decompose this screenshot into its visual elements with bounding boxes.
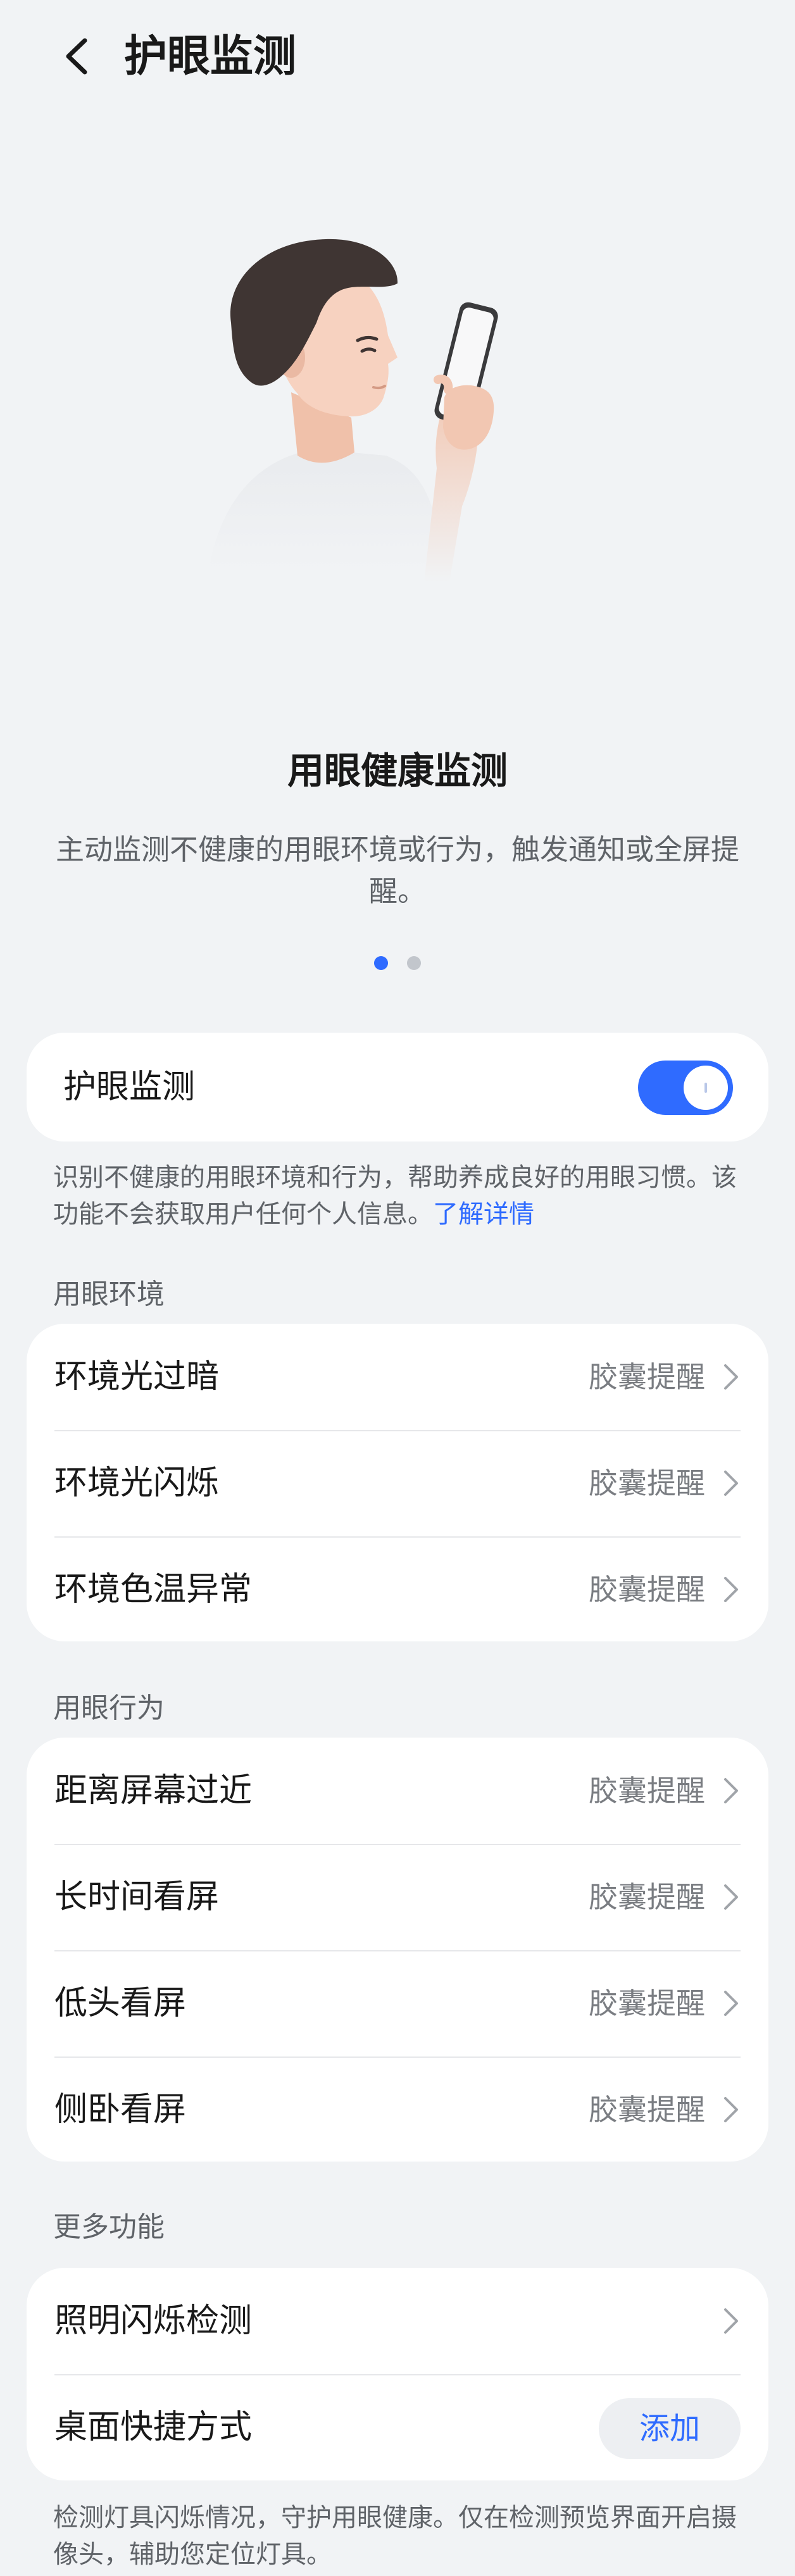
toggle-knob <box>684 1066 728 1110</box>
main-note-text: 识别不健康的用眼环境和行为，帮助养成良好的用眼习惯。该功能不会获取用户任何个人信… <box>53 1163 737 1229</box>
row-label: 环境光过暗 <box>54 1358 220 1396</box>
chevron-right-icon <box>724 1884 738 1910</box>
feature-description: 主动监测不健康的用眼环境或行为，触发通知或全屏提醒。 <box>55 833 739 908</box>
page-title: 护眼监测 <box>124 32 297 82</box>
row-value: 胶囊提醒 <box>589 1880 705 1914</box>
environment-card: 环境光过暗 胶囊提醒 环境光闪烁 胶囊提醒 环境色温异常 胶囊提醒 <box>27 1324 768 1641</box>
more-row-shortcut: 桌面快捷方式 添加 <box>27 2374 768 2480</box>
chevron-right-icon <box>724 1991 738 2016</box>
row-label: 长时间看屏 <box>54 1878 220 1916</box>
page-dot[interactable] <box>406 956 421 970</box>
row-label: 距离屏幕过近 <box>54 1772 253 1810</box>
row-label: 侧卧看屏 <box>54 2091 187 2129</box>
chevron-right-icon <box>724 1778 738 1803</box>
feature-title: 用眼健康监测 <box>287 749 508 792</box>
row-label: 低头看屏 <box>54 1984 187 2022</box>
learn-more-link[interactable]: 了解详情 <box>433 1200 534 1229</box>
main-note: 识别不健康的用眼环境和行为，帮助养成良好的用眼习惯。该功能不会获取用户任何个人信… <box>53 1159 749 1233</box>
env-row-light-flicker[interactable]: 环境光闪烁 胶囊提醒 <box>27 1430 768 1536</box>
page-dot-active[interactable] <box>374 956 389 970</box>
row-label: 桌面快捷方式 <box>54 2408 253 2446</box>
row-label: 环境色温异常 <box>54 1571 253 1608</box>
more-row-flicker-detect[interactable]: 照明闪烁检测 <box>27 2268 768 2374</box>
behavior-row-head-down[interactable]: 低头看屏 胶囊提醒 <box>27 1950 768 2056</box>
behavior-row-lying-side[interactable]: 侧卧看屏 胶囊提醒 <box>27 2056 768 2163</box>
env-row-color-temp[interactable]: 环境色温异常 胶囊提醒 <box>27 1536 768 1643</box>
row-value: 胶囊提醒 <box>589 2093 705 2127</box>
main-toggle-label: 护眼监测 <box>63 1068 196 1106</box>
behavior-card: 距离屏幕过近 胶囊提醒 长时间看屏 胶囊提醒 低头看屏 胶囊提醒 侧卧看屏 胶囊… <box>27 1738 768 2162</box>
row-label: 环境光闪烁 <box>54 1464 220 1502</box>
back-arrow-icon[interactable] <box>54 33 101 80</box>
chevron-right-icon <box>724 1364 738 1390</box>
row-value: 胶囊提醒 <box>589 1774 705 1808</box>
page-indicator <box>0 956 795 973</box>
row-label: 照明闪烁检测 <box>54 2302 253 2340</box>
section-title-more: 更多功能 <box>53 2211 165 2243</box>
main-toggle-card: 护眼监测 <box>27 1033 768 1142</box>
chevron-right-icon <box>724 1577 738 1602</box>
behavior-row-long-time[interactable]: 长时间看屏 胶囊提醒 <box>27 1844 768 1950</box>
eye-monitor-illustration <box>209 239 498 582</box>
chevron-right-icon <box>724 2308 738 2334</box>
more-note: 检测灯具闪烁情况，守护用眼健康。仅在检测预览界面开启摄像头，辅助您定位灯具。 <box>53 2503 737 2569</box>
section-title-behavior: 用眼行为 <box>53 1692 165 1724</box>
row-value: 胶囊提醒 <box>589 1466 705 1500</box>
section-title-environment: 用眼环境 <box>53 1278 165 1310</box>
chevron-right-icon <box>724 1471 738 1496</box>
eye-monitor-toggle[interactable] <box>638 1061 733 1115</box>
app-header: 护眼监测 <box>0 0 795 120</box>
chevron-right-icon <box>724 2097 738 2122</box>
behavior-row-too-close[interactable]: 距离屏幕过近 胶囊提醒 <box>27 1738 768 1844</box>
add-shortcut-button[interactable]: 添加 <box>599 2398 741 2459</box>
env-row-dark-light[interactable]: 环境光过暗 胶囊提醒 <box>27 1324 768 1430</box>
row-value: 胶囊提醒 <box>589 1986 705 2020</box>
row-value: 胶囊提醒 <box>589 1572 705 1607</box>
more-card: 照明闪烁检测 桌面快捷方式 添加 <box>27 2268 768 2480</box>
row-value: 胶囊提醒 <box>589 1360 705 1394</box>
